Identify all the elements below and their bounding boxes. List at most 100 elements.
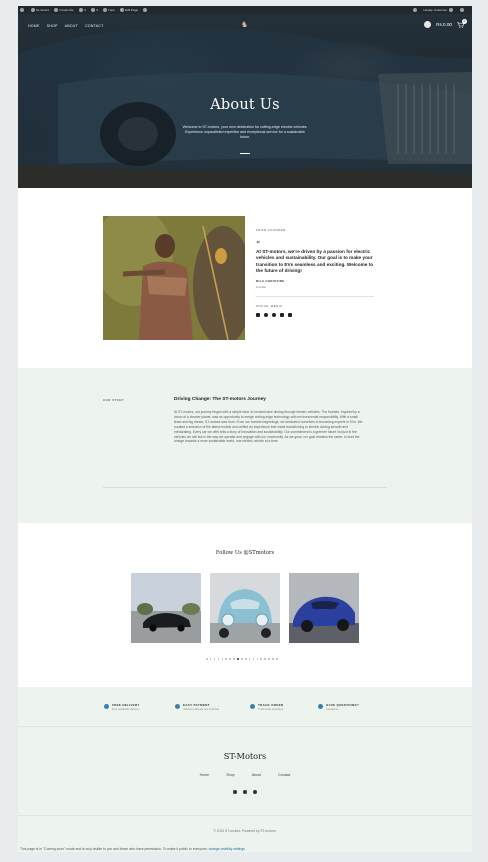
our-story-title: Driving Change: The ST-motors Journey	[174, 397, 266, 402]
youtube-icon[interactable]	[288, 313, 292, 318]
carousel-dot[interactable]	[264, 658, 266, 660]
location-icon	[250, 703, 255, 709]
instagram-photo-3[interactable]	[289, 573, 359, 643]
founder-quote: At ST-motors, we're driven by a passion …	[256, 249, 374, 273]
carousel-dot[interactable]	[209, 658, 212, 660]
facebook-icon[interactable]	[264, 313, 268, 318]
hero-banner: Home Shop About Contact ♞ Rs.0.00 0 Abou…	[18, 14, 472, 188]
admin-bar-updates[interactable]: 0	[78, 8, 86, 12]
feature-subtitle: Free worldwide delivery	[112, 708, 140, 711]
pinterest-icon[interactable]	[272, 313, 276, 318]
footer-link-home[interactable]: Home	[200, 773, 210, 777]
admin-bar: St-motors Customize 0 0 New Edit Page Ho…	[18, 6, 472, 14]
footer-link-contact[interactable]: Contact	[278, 773, 290, 777]
footer-social-links	[233, 790, 257, 794]
visibility-settings-link[interactable]: change visibility settings	[209, 847, 245, 851]
truck-icon	[104, 703, 109, 709]
footer-brand[interactable]: ST-Motors	[18, 751, 472, 761]
carousel-dot[interactable]	[248, 658, 251, 660]
twitter-icon[interactable]	[253, 790, 257, 794]
carousel-dot[interactable]	[252, 658, 255, 660]
carousel-dots	[206, 658, 278, 660]
black-sedan-photo	[131, 573, 201, 643]
carousel-dot[interactable]	[229, 658, 231, 660]
brush-icon	[54, 8, 59, 12]
search-icon[interactable]	[459, 8, 466, 12]
admin-bar-site[interactable]: St-motors	[30, 8, 49, 12]
feature-subtitle: Offered in all payment methods	[183, 708, 219, 711]
carousel-dot[interactable]	[206, 658, 208, 660]
feature-title: Have Questions?	[326, 703, 359, 707]
instagram-icon[interactable]	[256, 313, 260, 318]
main-nav: Home Shop About Contact	[28, 24, 104, 28]
hero-intro-text: Welcome to ST-motors, your new destinati…	[182, 125, 308, 140]
features-bar: Free Delivery Free worldwide delivery Eas…	[18, 687, 472, 727]
founder-name: Nila Christine	[256, 279, 285, 284]
admin-bar-new[interactable]: New	[103, 8, 115, 12]
wordpress-icon[interactable]	[20, 8, 26, 12]
account-icon[interactable]	[424, 21, 432, 28]
footer-link-about[interactable]: About	[252, 773, 261, 777]
footer-nav: Home Shop About Contact	[18, 773, 472, 777]
carousel-dot[interactable]	[256, 658, 259, 660]
nav-item-contact[interactable]: Contact	[85, 24, 104, 28]
notice-text: This page is in "Coming soon" mode and i…	[20, 847, 208, 851]
page-title: About Us	[210, 97, 280, 113]
feature-title: Free Delivery	[112, 703, 140, 707]
carousel-dot[interactable]	[237, 658, 239, 660]
admin-bar-customize[interactable]: Customize	[54, 8, 74, 12]
facebook-icon[interactable]	[243, 790, 247, 794]
carousel-dot[interactable]	[260, 658, 263, 660]
founder-photo	[103, 216, 245, 340]
circle-icon	[143, 8, 148, 12]
carousel-dot[interactable]	[276, 658, 278, 660]
nav-item-home[interactable]: Home	[28, 24, 40, 28]
nav-item-shop[interactable]: Shop	[47, 24, 58, 28]
user-avatar-icon	[449, 8, 453, 12]
quote-icon: “	[256, 240, 261, 249]
our-story-label: Our Story	[103, 398, 125, 402]
coming-soon-icon[interactable]	[412, 8, 419, 12]
feature-easy-payment: Easy Payment Offered in all payment metho…	[175, 703, 219, 711]
footer-link-shop[interactable]: Shop	[226, 773, 234, 777]
instagram-icon[interactable]	[233, 790, 237, 794]
admin-bar-comments[interactable]: 0	[90, 8, 98, 12]
site-footer: ST-Motors Home Shop About Contact © 2024…	[18, 727, 472, 852]
admin-bar-account[interactable]: Howdy, Customer	[423, 8, 454, 12]
carousel-dot[interactable]	[272, 658, 274, 660]
coming-soon-notice: This page is in "Coming soon" mode and i…	[18, 846, 472, 854]
nav-item-about[interactable]: About	[65, 24, 78, 28]
our-story-section: Our Story Driving Change: The ST-motors …	[18, 368, 472, 523]
instagram-photo-2[interactable]	[210, 573, 280, 643]
carousel-dot[interactable]	[213, 658, 216, 660]
founder-label: From Founder	[256, 228, 286, 232]
pencil-icon	[119, 8, 124, 12]
site-logo-icon[interactable]: ♞	[240, 20, 249, 29]
blue-beetle-photo	[210, 573, 280, 643]
carousel-dot[interactable]	[233, 658, 235, 660]
instagram-photo-1[interactable]	[131, 573, 201, 643]
carousel-dot[interactable]	[241, 658, 243, 660]
twitter-icon[interactable]	[280, 313, 284, 318]
carousel-dot[interactable]	[221, 658, 224, 660]
social-media-label: Social Media	[256, 304, 283, 309]
feature-track-order: Track Order Track order anywhere	[250, 703, 283, 711]
chat-icon	[318, 703, 323, 709]
founder-quote-block: From Founder “ At ST-motors, we're drive…	[256, 228, 380, 318]
carousel-dot[interactable]	[225, 658, 228, 660]
cart-icon[interactable]: 0	[457, 18, 467, 28]
admin-bar-edit-page[interactable]: Edit Page	[119, 8, 138, 12]
carousel-dot[interactable]	[268, 658, 270, 660]
home-icon	[30, 8, 35, 12]
feature-free-delivery: Free Delivery Free worldwide delivery	[104, 703, 140, 711]
founder-role: Founder	[256, 284, 267, 289]
carousel-dot[interactable]	[217, 658, 220, 660]
feature-subtitle: Track order anywhere	[258, 708, 284, 711]
header-actions: Rs.0.00 0	[424, 18, 467, 28]
admin-bar-extra[interactable]	[143, 8, 149, 12]
blue-suv-photo	[289, 573, 359, 643]
carousel-dot[interactable]	[244, 658, 247, 660]
cart-total[interactable]: Rs.0.00	[436, 22, 452, 27]
follow-title: Follow Us @STmotors	[215, 550, 275, 556]
founder-social-links	[256, 313, 380, 318]
